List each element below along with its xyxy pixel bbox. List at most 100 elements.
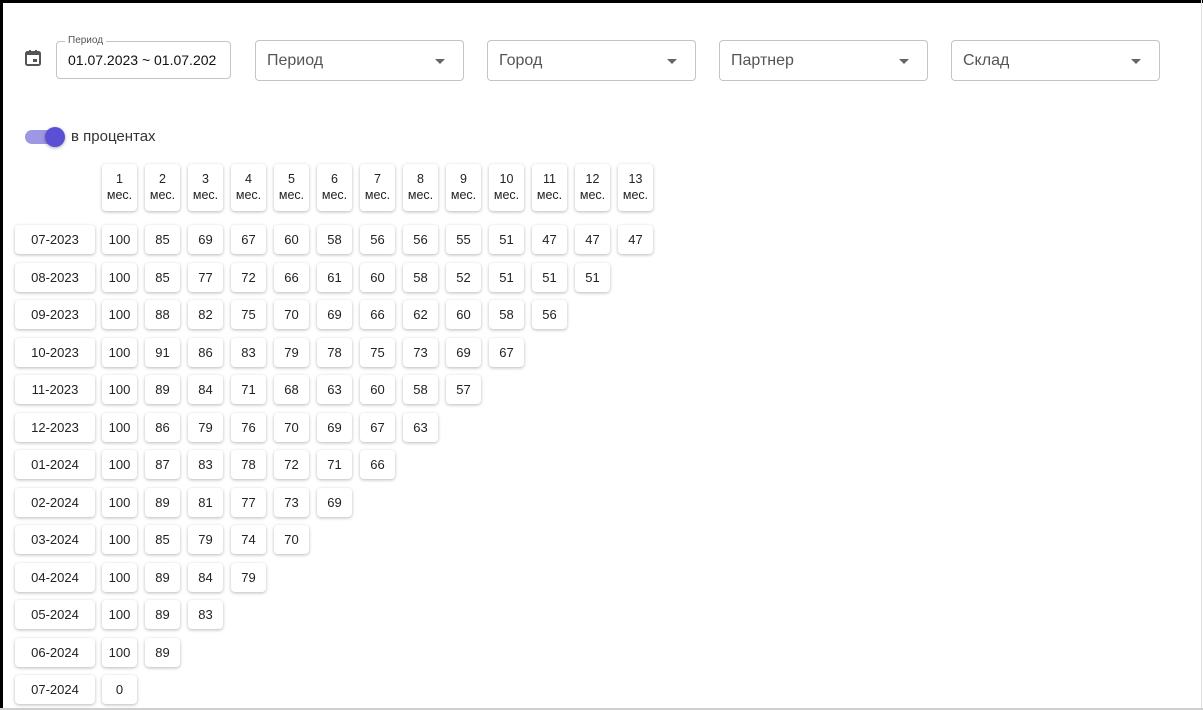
cohort-row-label: 06-2024 [15, 637, 95, 667]
calendar-icon[interactable] [24, 49, 42, 67]
cohort-value-cell: 56 [532, 300, 567, 329]
cohort-value-cell: 83 [231, 337, 266, 367]
cohort-value-cell: 72 [231, 262, 266, 292]
percent-toggle[interactable] [25, 127, 65, 147]
cohort-value-cell: 69 [446, 337, 481, 367]
cohort-value-cell: 75 [360, 337, 395, 367]
cohort-value-cell: 55 [446, 225, 481, 254]
cohort-value-cell: 86 [145, 412, 180, 442]
cohort-value-cell: 77 [231, 487, 266, 517]
column-header-unit: мес. [493, 188, 520, 202]
column-header: 4 мес. [231, 164, 266, 211]
cohort-value-cell: 100 [102, 225, 137, 254]
column-header: 9 мес. [446, 164, 481, 211]
column-header: 11 мес. [532, 164, 567, 211]
cohort-value-cell: 69 [188, 225, 223, 254]
column-header-unit: мес. [450, 188, 477, 202]
cohort-value-cell: 100 [102, 375, 137, 404]
column-header-unit: мес. [149, 188, 176, 202]
cohort-value-cell: 67 [489, 337, 524, 367]
warehouse-select[interactable]: Склад [951, 40, 1160, 81]
cohort-value-cell: 89 [145, 562, 180, 592]
cohort-value-cell: 69 [317, 487, 352, 517]
cohort-value-cell: 56 [360, 225, 395, 254]
cohort-value-cell: 85 [145, 262, 180, 292]
chevron-down-icon [667, 59, 677, 64]
cohort-row-label: 01-2024 [15, 450, 95, 479]
cohort-value-cell: 66 [360, 300, 395, 329]
cohort-value-cell: 58 [403, 262, 438, 292]
cohort-value-cell: 51 [489, 225, 524, 254]
column-header-number: 11 [543, 172, 556, 186]
date-range-value: 01.07.2023 ~ 01.07.202 [68, 52, 217, 68]
right-divider [1201, 0, 1202, 710]
column-header-number: 1 [116, 172, 123, 186]
cohort-value-cell: 79 [188, 412, 223, 442]
cohort-value-cell: 58 [489, 300, 524, 329]
cohort-value-cell: 83 [188, 450, 223, 479]
cohort-value-cell: 71 [231, 375, 266, 404]
cohort-value-cell: 73 [403, 337, 438, 367]
cohort-row-label: 04-2024 [15, 562, 95, 592]
cohort-value-cell: 63 [403, 412, 438, 442]
cohort-value-cell: 79 [274, 337, 309, 367]
column-header: 3 мес. [188, 164, 223, 211]
column-header-number: 9 [460, 172, 467, 186]
cohort-value-cell: 91 [145, 337, 180, 367]
cohort-value-cell: 82 [188, 300, 223, 329]
cohort-row-label: 07-2024 [15, 675, 95, 704]
cohort-value-cell: 47 [532, 225, 567, 254]
cohort-value-cell: 87 [145, 450, 180, 479]
cohort-value-cell: 61 [317, 262, 352, 292]
cohort-value-cell: 60 [360, 262, 395, 292]
column-header: 10 мес. [489, 164, 524, 211]
partner-select[interactable]: Партнер [719, 40, 928, 81]
column-header-number: 7 [374, 172, 381, 186]
city-select[interactable]: Город [487, 40, 696, 81]
cohort-value-cell: 71 [317, 450, 352, 479]
cohort-value-cell: 100 [102, 600, 137, 629]
cohort-row-label: 07-2023 [15, 225, 95, 254]
column-header-unit: мес. [321, 188, 348, 202]
cohort-row-label: 08-2023 [15, 262, 95, 292]
window-frame [0, 0, 1203, 710]
cohort-value-cell: 76 [231, 412, 266, 442]
cohort-value-cell: 84 [188, 562, 223, 592]
column-header-unit: мес. [622, 188, 649, 202]
column-header-number: 10 [499, 172, 514, 186]
chevron-down-icon [1131, 59, 1141, 64]
cohort-value-cell: 67 [360, 412, 395, 442]
cohort-value-cell: 69 [317, 412, 352, 442]
date-range-label: Период [65, 34, 107, 48]
cohort-value-cell: 67 [231, 225, 266, 254]
cohort-row-label: 10-2023 [15, 337, 95, 367]
cohort-value-cell: 100 [102, 562, 137, 592]
column-header: 5 мес. [274, 164, 309, 211]
cohort-value-cell: 100 [102, 450, 137, 479]
cohort-value-cell: 66 [274, 262, 309, 292]
cohort-value-cell: 60 [274, 225, 309, 254]
column-header-unit: мес. [536, 188, 563, 202]
column-header-unit: мес. [278, 188, 305, 202]
column-header-number: 13 [628, 172, 643, 186]
cohort-value-cell: 100 [102, 525, 137, 554]
cohort-value-cell: 75 [231, 300, 266, 329]
cohort-row-label: 02-2024 [15, 487, 95, 517]
column-header: 12 мес. [575, 164, 610, 211]
cohort-value-cell: 0 [102, 675, 137, 704]
cohort-value-cell: 56 [403, 225, 438, 254]
column-header-number: 3 [202, 172, 209, 186]
cohort-value-cell: 89 [145, 487, 180, 517]
cohort-value-cell: 69 [317, 300, 352, 329]
cohort-value-cell: 52 [446, 262, 481, 292]
partner-select-label: Партнер [731, 52, 794, 69]
warehouse-select-label: Склад [963, 52, 1010, 69]
cohort-row-label: 12-2023 [15, 412, 95, 442]
column-header-unit: мес. [579, 188, 606, 202]
date-range-field[interactable]: Период 01.07.2023 ~ 01.07.202 [56, 34, 231, 79]
period-select[interactable]: Период [255, 40, 464, 81]
cohort-value-cell: 66 [360, 450, 395, 479]
column-header-number: 8 [417, 172, 424, 186]
cohort-value-cell: 58 [317, 225, 352, 254]
cohort-row-label: 03-2024 [15, 525, 95, 554]
